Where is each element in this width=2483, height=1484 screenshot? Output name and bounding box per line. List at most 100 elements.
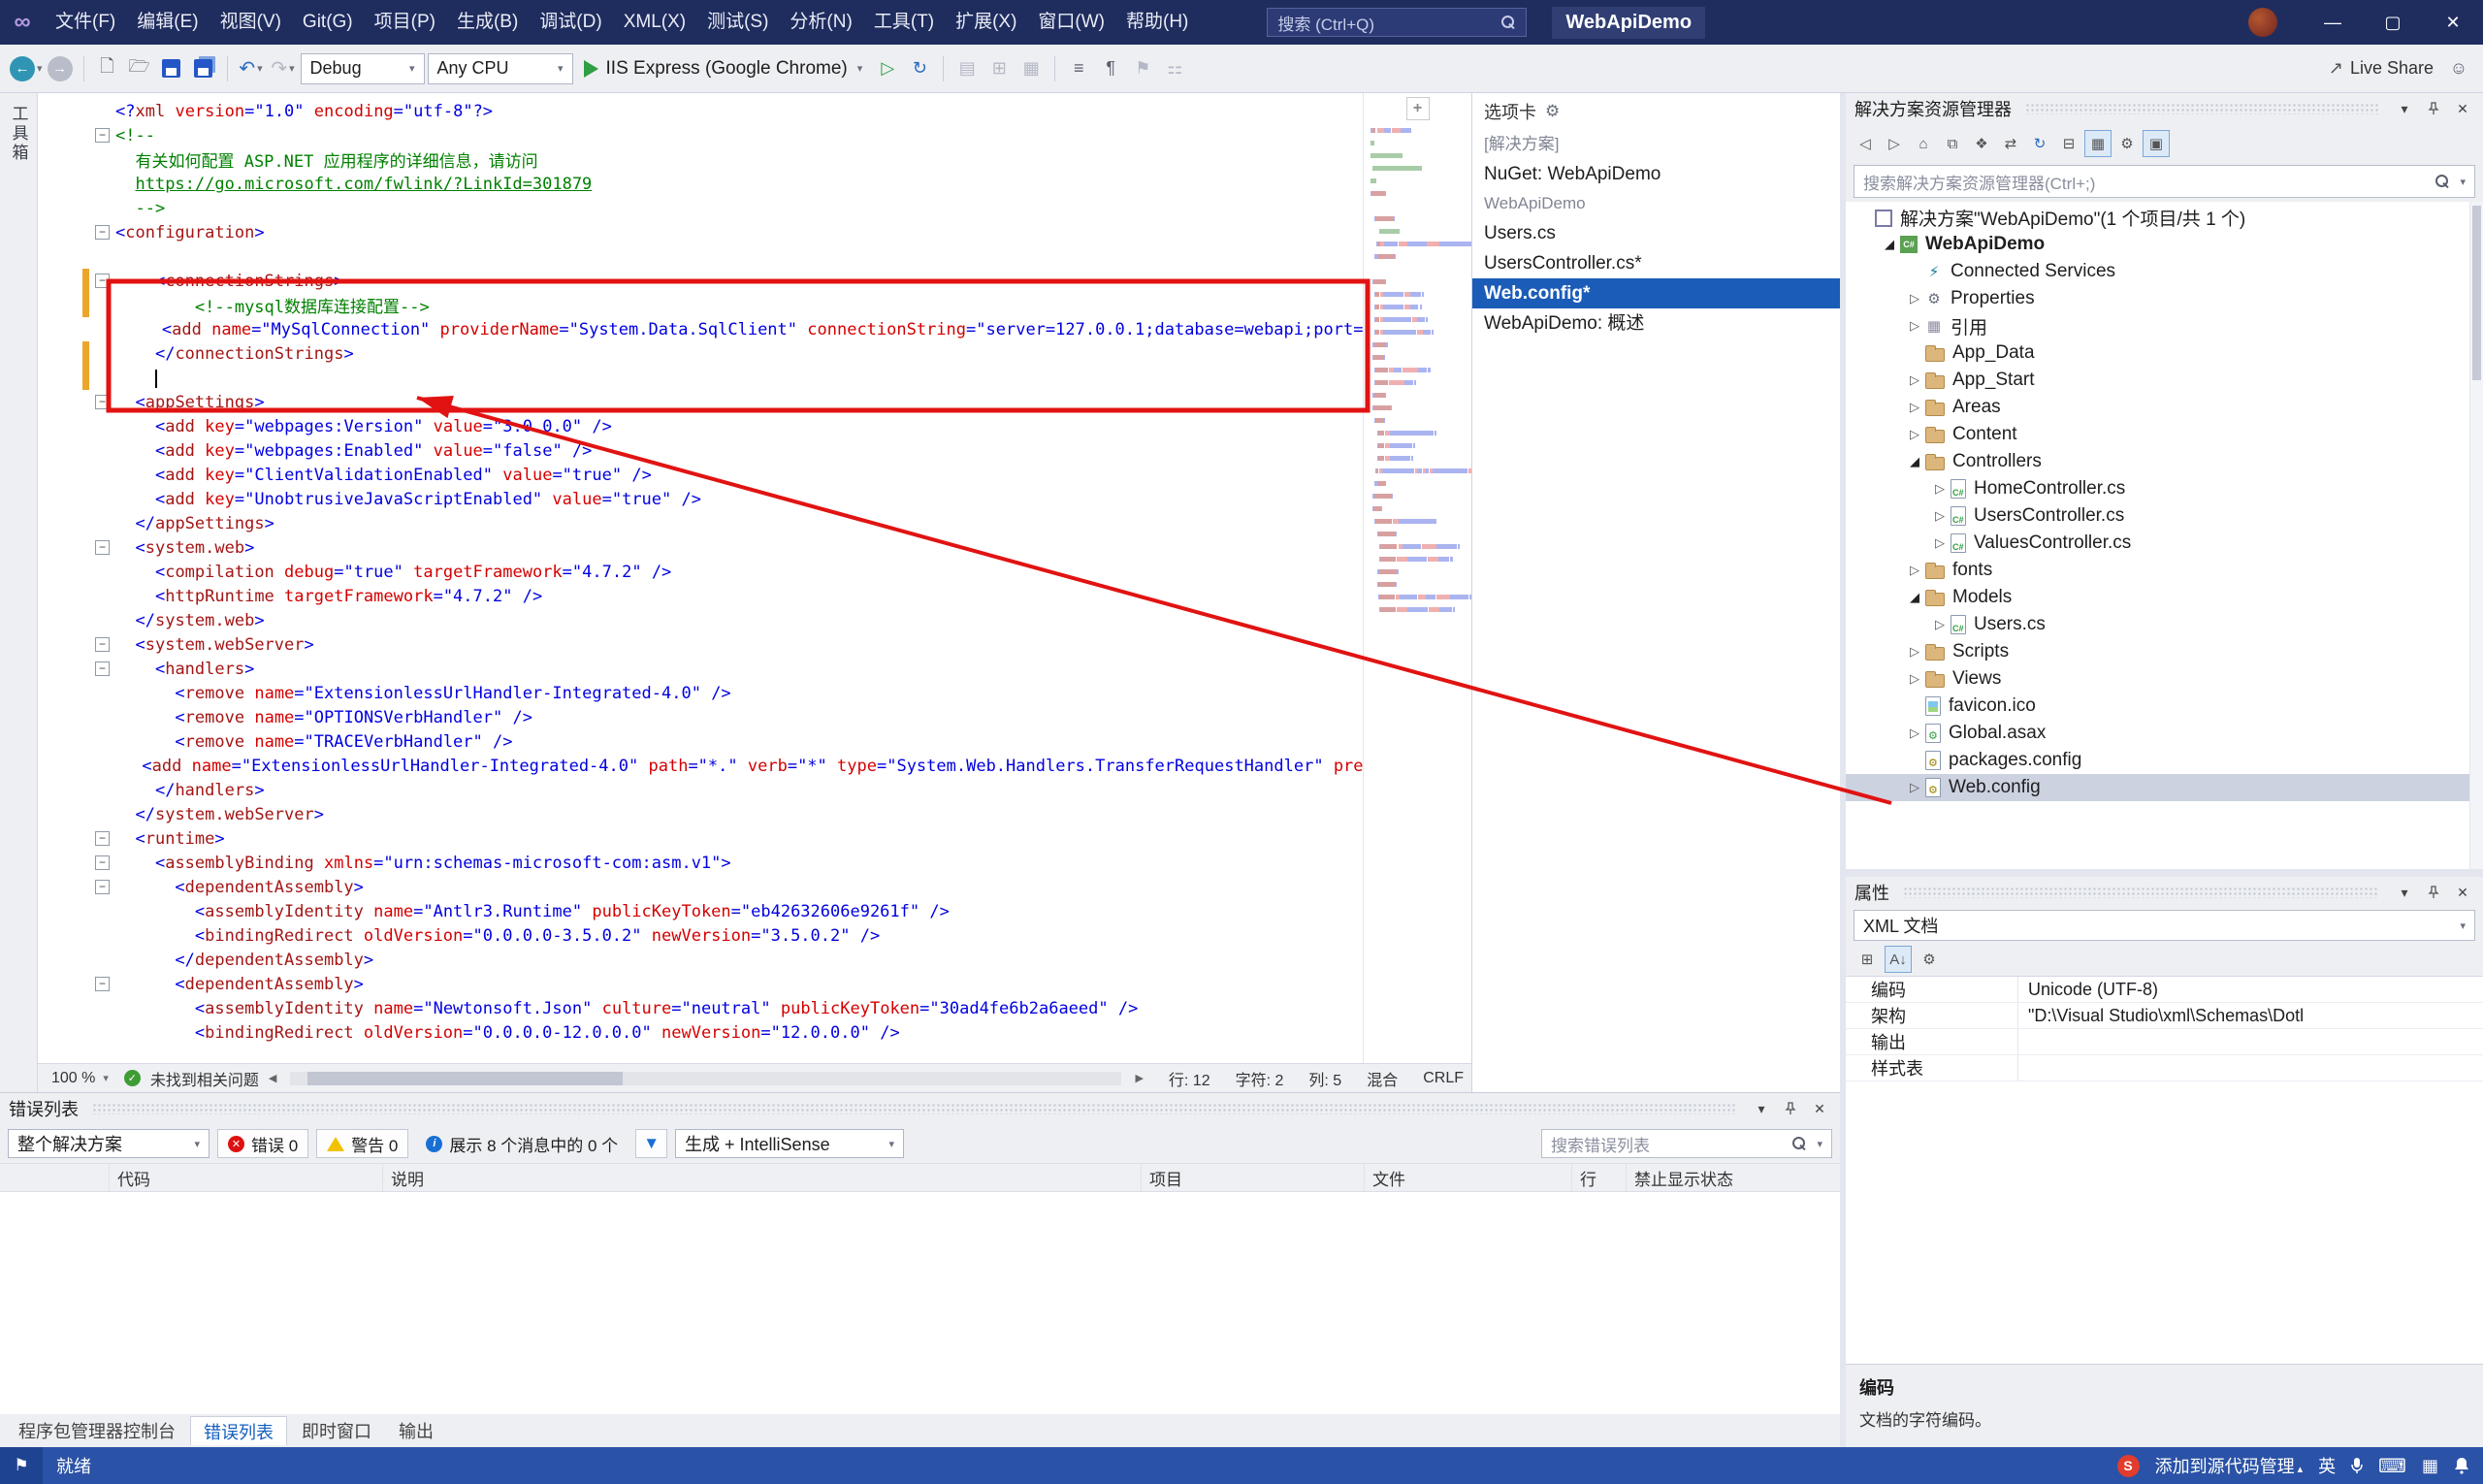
gear-icon[interactable]: ⚙ xyxy=(1545,102,1560,121)
panel-tab[interactable]: 输出 xyxy=(386,1416,446,1445)
fold-toggle-icon[interactable]: − xyxy=(95,128,110,143)
minimize-button[interactable]: — xyxy=(2303,0,2363,45)
notifications-bell-icon[interactable] xyxy=(2454,1457,2469,1474)
scrollbar-thumb[interactable] xyxy=(2472,206,2481,380)
menu-item[interactable]: 生成(B) xyxy=(446,0,529,45)
solution-search-input[interactable]: 搜索解决方案资源管理器(Ctrl+;) ▾ xyxy=(1854,165,2475,198)
pin-icon[interactable] xyxy=(2422,97,2445,120)
solution-platform-dropdown[interactable]: Any CPU▾ xyxy=(428,53,573,84)
expand-toggle-icon[interactable]: ▷ xyxy=(1904,780,1925,795)
property-row[interactable]: 输出 xyxy=(1846,1029,2483,1055)
menu-item[interactable]: 帮助(H) xyxy=(1115,0,1199,45)
expand-toggle-icon[interactable]: ▷ xyxy=(1904,644,1925,660)
tree-item[interactable]: ◢WebApiDemo xyxy=(1846,231,2483,258)
code-line[interactable]: <!--mysql数据库连接配置--> xyxy=(38,293,1363,317)
fold-toggle-icon[interactable]: − xyxy=(95,274,110,288)
expand-toggle-icon[interactable]: ▷ xyxy=(1929,535,1951,551)
errors-filter-button[interactable]: ✕错误 0 xyxy=(217,1129,308,1158)
expand-toggle-icon[interactable]: ▷ xyxy=(1929,481,1951,497)
expand-toggle-icon[interactable]: ◢ xyxy=(1904,590,1925,605)
close-icon[interactable]: ✕ xyxy=(2451,881,2474,904)
build-button[interactable]: ▤ xyxy=(952,53,982,84)
add-to-source-control-button[interactable]: 添加到源代码管理▴ xyxy=(2155,1453,2304,1478)
property-row[interactable]: 样式表 xyxy=(1846,1055,2483,1081)
tree-item[interactable]: 解决方案"WebApiDemo"(1 个项目/共 1 个) xyxy=(1846,204,2483,231)
property-value-cell[interactable] xyxy=(2018,1029,2483,1054)
document-tab[interactable]: NuGet: WebApiDemo xyxy=(1472,159,1840,189)
tree-item[interactable]: ◢Controllers xyxy=(1846,448,2483,475)
back-icon[interactable]: ◁ xyxy=(1852,130,1879,157)
code-line[interactable]: <assemblyIdentity name="Antlr3.Runtime" … xyxy=(38,899,1363,923)
code-line[interactable]: </system.web> xyxy=(38,608,1363,632)
column-header[interactable]: 说明 xyxy=(382,1164,1141,1191)
breakpoint-button[interactable]: ⊞ xyxy=(984,53,1014,84)
code-line[interactable]: <remove name="TRACEVerbHandler" /> xyxy=(38,729,1363,754)
code-line[interactable]: <add key="UnobtrusiveJavaScriptEnabled" … xyxy=(38,487,1363,511)
scrollbar-thumb[interactable] xyxy=(307,1072,624,1085)
refresh-icon[interactable]: ↻ xyxy=(2026,130,2053,157)
alphabetical-icon[interactable]: A↓ xyxy=(1885,946,1912,973)
tree-item[interactable]: Connected Services xyxy=(1846,258,2483,285)
property-value-cell[interactable]: "D:\Visual Studio\xml\Schemas\Dotl xyxy=(2018,1003,2483,1028)
error-list-body[interactable] xyxy=(0,1192,1840,1414)
menu-item[interactable]: 扩展(X) xyxy=(945,0,1027,45)
property-row[interactable]: 编码Unicode (UTF-8) xyxy=(1846,977,2483,1003)
expand-toggle-icon[interactable]: ◢ xyxy=(1879,237,1900,252)
fold-toggle-icon[interactable]: − xyxy=(95,880,110,894)
forward-icon[interactable]: ▷ xyxy=(1881,130,1908,157)
error-search-input[interactable]: 搜索错误列表 ▾ xyxy=(1541,1129,1832,1158)
fold-toggle-icon[interactable]: − xyxy=(95,395,110,409)
tree-item[interactable]: App_Data xyxy=(1846,339,2483,367)
panel-grip[interactable] xyxy=(2025,103,2379,114)
split-window-handle-icon[interactable]: + xyxy=(1406,97,1430,120)
ime-indicator[interactable]: 英 xyxy=(2318,1453,2336,1478)
tree-item[interactable]: ▷Scripts xyxy=(1846,638,2483,665)
undo-button[interactable]: ↶▾ xyxy=(237,53,266,84)
code-line[interactable]: <httpRuntime targetFramework="4.7.2" /> xyxy=(38,584,1363,608)
menu-item[interactable]: Git(G) xyxy=(292,0,364,45)
menu-item[interactable]: 测试(S) xyxy=(696,0,779,45)
code-line[interactable]: <add name="MySqlConnection" providerName… xyxy=(38,317,1363,341)
messages-filter-button[interactable]: i展示 8 个消息中的 0 个 xyxy=(416,1129,628,1158)
document-tab[interactable]: UsersController.cs* xyxy=(1472,248,1840,278)
column-header[interactable]: 项目 xyxy=(1141,1164,1364,1191)
code-line[interactable]: </system.webServer> xyxy=(38,802,1363,826)
fold-toggle-icon[interactable]: − xyxy=(95,831,110,846)
tree-item[interactable]: ◢Models xyxy=(1846,584,2483,611)
code-line[interactable]: − <dependentAssembly> xyxy=(38,875,1363,899)
tree-item[interactable]: ▷App_Start xyxy=(1846,367,2483,394)
horizontal-splitter[interactable] xyxy=(1846,869,2483,877)
code-line[interactable]: <add key="webpages:Version" value="3.0.0… xyxy=(38,414,1363,438)
fold-toggle-icon[interactable]: − xyxy=(95,540,110,555)
step-buttons[interactable]: ▦ xyxy=(1016,53,1046,84)
filter-button[interactable]: ▼ xyxy=(635,1129,667,1158)
navigate-forward-button[interactable]: → xyxy=(46,53,75,84)
menu-item[interactable]: 视图(V) xyxy=(210,0,292,45)
menu-item[interactable]: 窗口(W) xyxy=(1027,0,1115,45)
code-line[interactable]: −<!-- xyxy=(38,123,1363,147)
find-in-files-button[interactable]: ≡ xyxy=(1064,53,1093,84)
close-icon[interactable]: ✕ xyxy=(2451,97,2474,120)
toolbox-side-tab[interactable]: 工具箱 xyxy=(0,93,38,1092)
tree-item[interactable]: ▷HomeController.cs xyxy=(1846,475,2483,502)
scroll-right-icon[interactable]: ▶ xyxy=(1135,1072,1143,1084)
fold-toggle-icon[interactable]: − xyxy=(95,977,110,991)
scroll-left-icon[interactable]: ◀ xyxy=(269,1072,276,1084)
code-line[interactable]: <bindingRedirect oldVersion="0.0.0.0-3.5… xyxy=(38,923,1363,948)
bookmark-prev-button[interactable]: ⚏ xyxy=(1160,53,1189,84)
switch-views-icon[interactable]: ⧉ xyxy=(1939,130,1966,157)
code-line[interactable]: --> xyxy=(38,196,1363,220)
code-line[interactable]: − <dependentAssembly> xyxy=(38,972,1363,996)
expand-toggle-icon[interactable]: ◢ xyxy=(1904,454,1925,469)
zoom-dropdown[interactable]: 100 %▾ xyxy=(46,1070,114,1087)
touch-keyboard-icon[interactable]: ▦ xyxy=(2422,1456,2438,1476)
horizontal-scrollbar[interactable] xyxy=(290,1072,1121,1085)
column-header[interactable]: 禁止显示状态 xyxy=(1626,1164,1840,1191)
column-header[interactable]: 文件 xyxy=(1364,1164,1571,1191)
pin-icon[interactable] xyxy=(2422,881,2445,904)
code-line[interactable]: <add key="webpages:Enabled" value="false… xyxy=(38,438,1363,463)
column-header[interactable]: 行 xyxy=(1571,1164,1626,1191)
column-header[interactable]: 代码 xyxy=(109,1164,382,1191)
code-line[interactable]: − <system.webServer> xyxy=(38,632,1363,657)
pending-changes-filter-icon[interactable]: ❖ xyxy=(1968,130,1995,157)
